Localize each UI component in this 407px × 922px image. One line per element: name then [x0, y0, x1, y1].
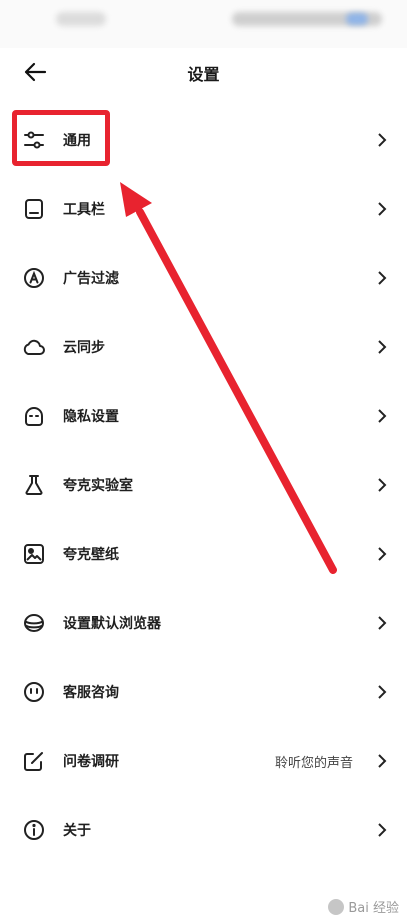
watermark: Bai 经验	[328, 897, 399, 916]
settings-item-lab[interactable]: 夸克实验室	[0, 451, 407, 520]
settings-item-label: 关于	[63, 823, 91, 839]
chevron-right-icon	[378, 340, 387, 354]
status-bar	[0, 0, 407, 48]
settings-item-label: 夸克实验室	[63, 478, 133, 494]
status-battery-blurred	[346, 13, 368, 25]
chevron-right-icon	[378, 547, 387, 561]
settings-item-label: 问卷调研	[63, 754, 119, 770]
chevron-right-icon	[378, 271, 387, 285]
info-icon	[22, 818, 46, 842]
settings-item-about[interactable]: 关于	[0, 796, 407, 865]
cloud-icon	[22, 335, 46, 359]
baidu-paw-icon	[328, 898, 345, 915]
status-time-blurred	[56, 12, 106, 26]
chevron-right-icon	[378, 823, 387, 837]
settings-item-customer-service[interactable]: 客服咨询	[0, 658, 407, 727]
privacy-icon	[22, 404, 46, 428]
header: 设置	[0, 48, 407, 96]
chevron-right-icon	[378, 754, 387, 768]
chevron-right-icon	[378, 616, 387, 630]
settings-item-survey[interactable]: 问卷调研 聆听您的声音	[0, 727, 407, 796]
settings-item-ad-filter[interactable]: 广告过滤	[0, 244, 407, 313]
chevron-right-icon	[378, 202, 387, 216]
watermark-text: Bai 经验	[348, 901, 399, 916]
page-title: 设置	[187, 65, 220, 84]
settings-item-cloud-sync[interactable]: 云同步	[0, 313, 407, 382]
settings-item-label: 夸克壁纸	[63, 547, 119, 563]
settings-item-toolbar[interactable]: 工具栏	[0, 175, 407, 244]
settings-item-label: 云同步	[63, 340, 105, 356]
service-icon	[22, 680, 46, 704]
chevron-right-icon	[378, 133, 387, 147]
settings-item-default-browser[interactable]: 设置默认浏览器	[0, 589, 407, 658]
chevron-right-icon	[378, 685, 387, 699]
settings-item-label: 隐私设置	[63, 409, 119, 425]
settings-item-label: 工具栏	[63, 202, 105, 218]
flask-icon	[22, 473, 46, 497]
settings-item-label: 广告过滤	[63, 271, 119, 287]
toolbar-icon	[22, 197, 46, 221]
settings-item-general[interactable]: 通用	[0, 106, 407, 175]
sliders-icon	[22, 128, 46, 152]
settings-item-label: 通用	[63, 133, 91, 149]
settings-list: 通用 工具栏 广告过滤 云同步 隐私设置 夸克实验室 夸克壁纸 设置默认浏览器 …	[0, 106, 407, 865]
settings-item-label: 设置默认浏览器	[63, 616, 161, 632]
survey-hint: 聆听您的声音	[274, 756, 353, 771]
database-icon	[22, 611, 46, 635]
settings-item-wallpaper[interactable]: 夸克壁纸	[0, 520, 407, 589]
image-icon	[22, 542, 46, 566]
edit-icon	[22, 749, 46, 773]
ad-filter-icon	[22, 266, 46, 290]
chevron-right-icon	[378, 409, 387, 423]
chevron-right-icon	[378, 478, 387, 492]
settings-item-label: 客服咨询	[63, 685, 119, 701]
settings-item-privacy[interactable]: 隐私设置	[0, 382, 407, 451]
